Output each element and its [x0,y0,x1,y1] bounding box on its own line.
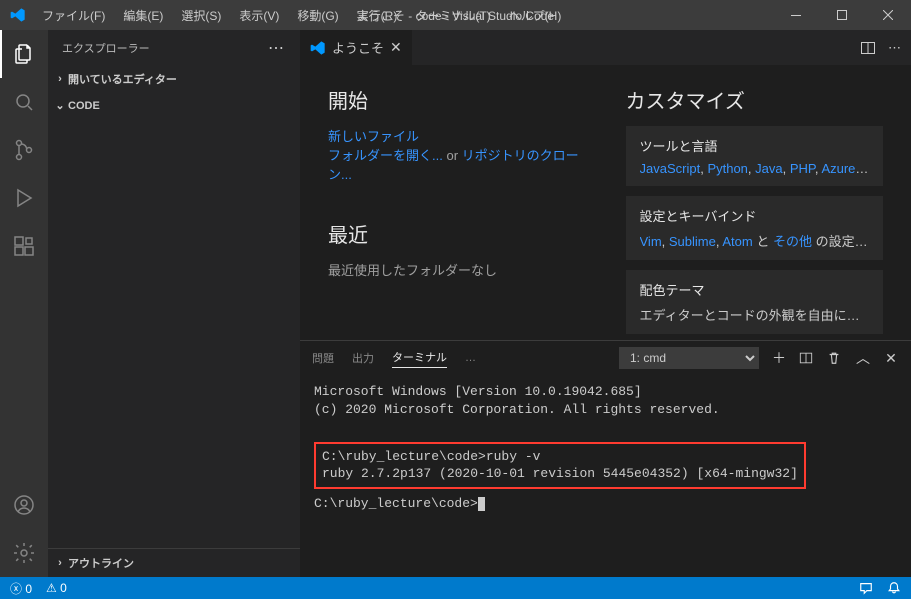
split-editor-icon[interactable] [860,40,876,56]
link-php[interactable]: PHP [790,161,815,176]
menu-file[interactable]: ファイル(F) [34,3,113,28]
terminal-cmd: C:\ruby_lecture\code>ruby -v [322,448,798,466]
sep: , [783,161,790,176]
link-sublime[interactable]: Sublime [669,234,716,249]
activity-extensions[interactable] [0,222,48,270]
status-feedback-icon[interactable] [859,581,873,595]
link-js[interactable]: JavaScript [640,161,701,176]
activity-search[interactable] [0,78,48,126]
welcome-page: 開始 新しいファイル フォルダーを開く... or リポジトリのクローン... … [300,65,911,340]
tab-welcome[interactable]: ようこそ ✕ [300,30,413,65]
card-tools[interactable]: ツールと言語 JavaScript, Python, Java, PHP, Az… [626,126,884,186]
customize-heading: カスタマイズ [626,85,884,114]
activity-accounts[interactable] [0,481,48,529]
tabbar: ようこそ ✕ ⋯ [300,30,911,65]
menu-edit[interactable]: 編集(E) [115,3,171,28]
menu-view[interactable]: 表示(V) [231,3,287,28]
keys-suffix: の設定とキーボ... [816,234,869,249]
activity-run-debug[interactable] [0,174,48,222]
open-folder-link[interactable]: フォルダーを開く... [328,148,443,163]
status-errors[interactable]: ⓧ 0 [10,580,32,597]
recent-heading: 最近 [328,219,586,248]
activity-source-control[interactable] [0,126,48,174]
tab-close-icon[interactable]: ✕ [390,39,402,56]
sidebar-more-icon[interactable]: ⋯ [268,38,286,58]
sep: , [662,234,669,249]
vscode-tab-icon [310,40,326,56]
menu-go[interactable]: 移動(G) [289,3,346,28]
close-button[interactable] [865,0,911,30]
status-bell-icon[interactable] [887,581,901,595]
activity-explorer[interactable] [0,30,48,78]
terminal-prompt-line: C:\ruby_lecture\code> [314,495,897,513]
or-label: or [446,148,458,163]
terminal-highlight: C:\ruby_lecture\code>ruby -v ruby 2.7.2p… [314,442,806,489]
card-tools-title: ツールと言語 [640,136,870,155]
panel: 問題 出力 ターミナル … 1: cmd ＋ ︿ ✕ Microsoft Win… [300,340,911,577]
activity-settings[interactable] [0,529,48,577]
link-python[interactable]: Python [707,161,747,176]
panel-tab-more[interactable]: … [465,352,476,364]
new-file-link[interactable]: 新しいファイル [328,129,419,144]
close-panel-icon[interactable]: ✕ [883,350,899,367]
editor-more-icon[interactable]: ⋯ [888,40,901,56]
card-keybindings[interactable]: 設定とキーバインド Vim, Sublime, Atom と その他 の設定とキ… [626,196,884,260]
card-theme-body: エディターとコードの外観を自由に設定します [640,305,870,324]
editor-area: ようこそ ✕ ⋯ 開始 新しいファイル フォルダーを開く... or リポジトリ… [300,30,911,577]
link-azure[interactable]: Azure [821,161,868,176]
status-warnings[interactable]: ⚠ 0 [46,581,67,595]
card-keys-body: Vim, Sublime, Atom と その他 の設定とキーボ... [640,231,870,250]
card-theme[interactable]: 配色テーマ エディターとコードの外観を自由に設定します [626,270,884,334]
and-text: と [756,234,773,249]
warnings-count: 0 [60,581,67,595]
titlebar: ファイル(F) 編集(E) 選択(S) 表示(V) 移動(G) 実行(R) ター… [0,0,911,30]
terminal-selector[interactable]: 1: cmd [619,347,759,369]
errors-count: 0 [25,582,32,596]
panel-tabs: 問題 出力 ターミナル … 1: cmd ＋ ︿ ✕ [300,341,911,375]
terminal-line: (c) 2020 Microsoft Corporation. All righ… [314,401,897,419]
kill-terminal-icon[interactable] [827,351,843,365]
recent-none: 最近使用したフォルダーなし [328,260,586,279]
maximize-panel-icon[interactable]: ︿ [855,348,871,368]
maximize-button[interactable] [819,0,865,30]
card-theme-title: 配色テーマ [640,280,870,299]
split-terminal-icon[interactable] [799,351,815,365]
link-vim[interactable]: Vim [640,234,662,249]
open-editors-section[interactable]: 開いているエディター [48,69,300,89]
tab-actions: ⋯ [850,30,911,65]
new-terminal-icon[interactable]: ＋ [771,348,787,368]
tab-label: ようこそ [332,38,384,57]
link-atom[interactable]: Atom [722,234,752,249]
window-title: ようこそ - code - Visual Studio Code [357,7,554,24]
terminal-cursor [478,497,485,511]
panel-tab-output[interactable]: 出力 [352,350,374,366]
start-heading: 開始 [328,85,586,114]
link-java[interactable]: Java [755,161,782,176]
panel-tab-terminal[interactable]: ターミナル [392,349,447,368]
minimize-button[interactable] [773,0,819,30]
panel-tab-problems[interactable]: 問題 [312,350,334,366]
sidebar-title: エクスプローラー ⋯ [48,30,300,65]
terminal-output: ruby 2.7.2p137 (2020-10-01 revision 5445… [322,465,798,483]
card-keys-title: 設定とキーバインド [640,206,870,225]
sidebar-title-text: エクスプローラー [62,40,150,56]
menu-selection[interactable]: 選択(S) [173,3,229,28]
terminal-prompt: C:\ruby_lecture\code> [314,496,478,511]
activitybar [0,30,48,577]
statusbar: ⓧ 0 ⚠ 0 [0,577,911,599]
folder-section[interactable]: CODE [48,97,300,114]
folder-label: CODE [68,100,100,112]
card-tools-body: JavaScript, Python, Java, PHP, Azure, Do… [640,161,870,176]
link-others[interactable]: その他 [773,234,812,249]
outline-section[interactable]: アウトライン [48,553,300,573]
window-controls [773,0,911,30]
open-editors-label: 開いているエディター [68,71,177,87]
terminal-body[interactable]: Microsoft Windows [Version 10.0.19042.68… [300,375,911,577]
outline-label: アウトライン [68,555,134,571]
terminal-line: Microsoft Windows [Version 10.0.19042.68… [314,383,897,401]
sidebar-explorer: エクスプローラー ⋯ 開いているエディター CODE アウトライン [48,30,300,577]
vscode-logo-icon [10,7,26,23]
